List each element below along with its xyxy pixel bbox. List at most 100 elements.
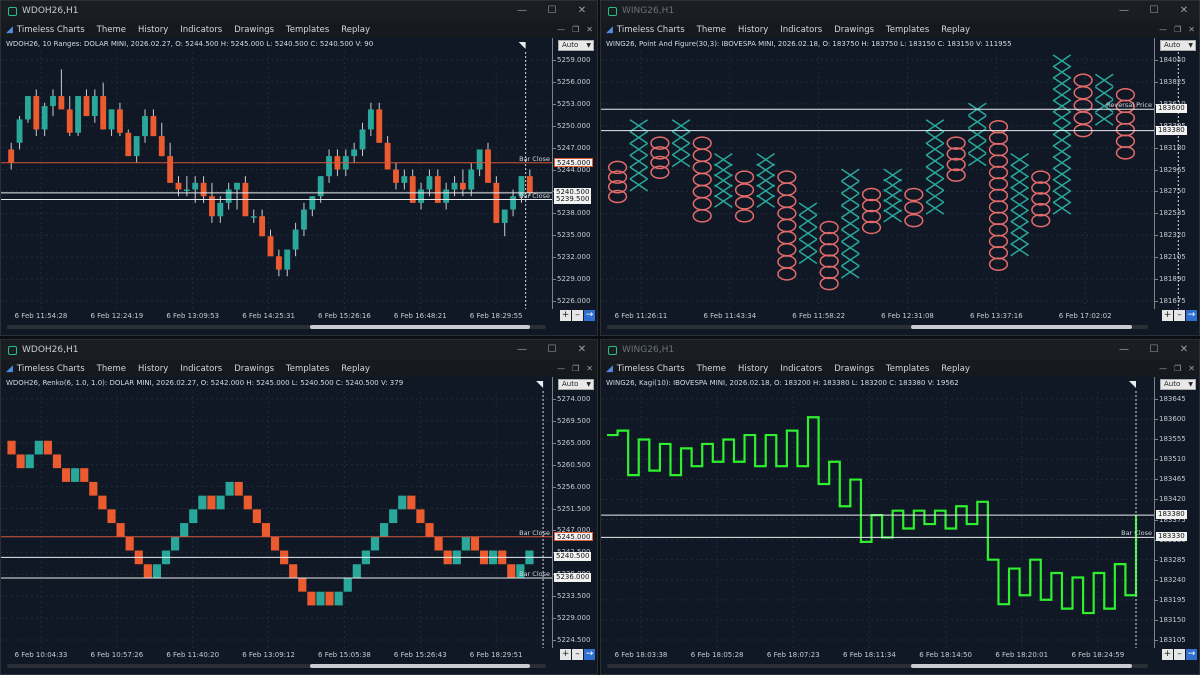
time-axis[interactable]: 6 Feb 10:04:33 6 Feb 10:57:26 6 Feb 11:40:… xyxy=(1,648,552,662)
scroll-to-end-button[interactable]: → xyxy=(584,649,595,660)
pnf-o-mark xyxy=(777,182,797,196)
time-axis[interactable]: 6 Feb 11:26:11 6 Feb 11:43:34 6 Feb 11:58:… xyxy=(601,309,1154,323)
menu-templates[interactable]: Templates xyxy=(886,25,929,35)
time-axis[interactable]: 6 Feb 11:54:28 6 Feb 12:24:19 6 Feb 13:09:… xyxy=(1,309,552,323)
menu-drawings[interactable]: Drawings xyxy=(834,364,874,374)
scroll-to-end-button[interactable]: → xyxy=(1186,310,1197,321)
plot-canvas[interactable] xyxy=(601,377,1154,648)
menu-drawings[interactable]: Drawings xyxy=(234,364,274,374)
plot-canvas[interactable] xyxy=(1,377,552,648)
auto-scale-button[interactable]: Auto ▼ xyxy=(558,379,594,390)
chart-area[interactable]: WDOH26, Renko(6, 1.0, 1.0): DOLAR MINI, … xyxy=(1,377,597,674)
menu-timeless-charts[interactable]: Timeless Charts xyxy=(17,364,85,374)
menu-indicators[interactable]: Indicators xyxy=(780,364,822,374)
time-axis[interactable]: 6 Feb 18:03:38 6 Feb 18:05:28 6 Feb 18:07:… xyxy=(601,648,1154,662)
minimize-button[interactable]: — xyxy=(1109,340,1139,360)
scrollbar-thumb[interactable] xyxy=(911,664,1133,668)
menu-history[interactable]: History xyxy=(138,25,168,35)
price-axis[interactable]: Auto▼ 1840401838251836101833951831801829… xyxy=(1154,38,1199,309)
scroll-to-end-button[interactable]: → xyxy=(584,310,595,321)
minimize-button[interactable]: — xyxy=(507,340,537,360)
menu-templates[interactable]: Templates xyxy=(886,364,929,374)
close-button[interactable]: ✕ xyxy=(567,1,597,21)
window-restore-small-button[interactable]: ❐ xyxy=(572,364,579,373)
title-bar[interactable]: WDOH26,H1 — ☐ ✕ xyxy=(1,340,597,360)
window-close-small-button[interactable]: ✕ xyxy=(1188,364,1195,373)
menu-drawings[interactable]: Drawings xyxy=(234,25,274,35)
menu-history[interactable]: History xyxy=(738,25,768,35)
menu-indicators[interactable]: Indicators xyxy=(780,25,822,35)
menu-timeless-charts[interactable]: Timeless Charts xyxy=(17,25,85,35)
bearish-candle xyxy=(158,136,165,157)
chart-area[interactable]: WING26, Point And Figure(30,3): IBOVESPA… xyxy=(601,38,1199,335)
zoom-in-button[interactable]: + xyxy=(560,310,571,321)
title-bar[interactable]: WING26,H1 — ☐ ✕ xyxy=(601,1,1199,21)
price-axis[interactable]: Auto ▼ 5259.000 5256.000 5253.000 5250.000 52… xyxy=(552,38,597,309)
scrollbar-thumb[interactable] xyxy=(310,664,531,668)
menu-indicators[interactable]: Indicators xyxy=(180,25,222,35)
menu-theme[interactable]: Theme xyxy=(97,25,126,35)
horizontal-scrollbar[interactable] xyxy=(607,325,1148,329)
window-minimize-small-button[interactable]: — xyxy=(1159,25,1167,34)
pnf-o-mark xyxy=(861,220,882,235)
maximize-button[interactable]: ☐ xyxy=(537,1,567,21)
window-restore-small-button[interactable]: ❐ xyxy=(1174,364,1181,373)
plot-canvas[interactable] xyxy=(601,38,1179,309)
title-bar[interactable]: WING26,H1 — ☐ ✕ xyxy=(601,340,1199,360)
title-bar[interactable]: WDOH26,H1 — ☐ ✕ xyxy=(1,1,597,21)
close-button[interactable]: ✕ xyxy=(1169,340,1199,360)
auto-scale-button[interactable]: Auto ▼ xyxy=(558,40,594,51)
window-minimize-small-button[interactable]: — xyxy=(557,364,565,373)
menu-templates[interactable]: Templates xyxy=(286,25,329,35)
zoom-in-button[interactable]: + xyxy=(1162,649,1173,660)
window-close-small-button[interactable]: ✕ xyxy=(586,25,593,34)
menu-timeless-charts[interactable]: Timeless Charts xyxy=(617,364,685,374)
window-restore-small-button[interactable]: ❐ xyxy=(1174,25,1181,34)
price-axis[interactable]: Auto ▼ 183645 183600 183555 183510 183465 1834… xyxy=(1154,377,1199,648)
minimize-button[interactable]: — xyxy=(507,1,537,21)
auto-scale-button[interactable]: Auto ▼ xyxy=(1160,379,1196,390)
plot-canvas[interactable] xyxy=(1,38,552,309)
close-button[interactable]: ✕ xyxy=(567,340,597,360)
horizontal-scrollbar[interactable] xyxy=(7,325,546,329)
close-button[interactable]: ✕ xyxy=(1169,1,1199,21)
horizontal-scrollbar[interactable] xyxy=(607,664,1148,668)
menu-timeless-charts[interactable]: Timeless Charts xyxy=(617,25,685,35)
horizontal-scrollbar[interactable] xyxy=(7,664,546,668)
menu-theme[interactable]: Theme xyxy=(697,25,726,35)
zoom-out-button[interactable]: – xyxy=(1174,310,1185,321)
menu-drawings[interactable]: Drawings xyxy=(834,25,874,35)
scrollbar-thumb[interactable] xyxy=(911,325,1133,329)
menu-history[interactable]: History xyxy=(738,364,768,374)
chart-area[interactable]: WDOH26, 10 Ranges: DOLAR MINI, 2026.02.2… xyxy=(1,38,597,335)
menu-replay[interactable]: Replay xyxy=(341,25,370,35)
scroll-to-end-button[interactable]: → xyxy=(1186,649,1197,660)
window-minimize-small-button[interactable]: — xyxy=(557,25,565,34)
menu-history[interactable]: History xyxy=(138,364,168,374)
menu-replay[interactable]: Replay xyxy=(341,364,370,374)
menu-replay[interactable]: Replay xyxy=(941,25,970,35)
window-minimize-small-button[interactable]: — xyxy=(1159,364,1167,373)
maximize-button[interactable]: ☐ xyxy=(537,340,567,360)
window-close-small-button[interactable]: ✕ xyxy=(586,364,593,373)
scrollbar-thumb[interactable] xyxy=(310,325,531,329)
price-axis[interactable]: Auto ▼ 5274.000 5269.500 5265.000 5260.500 52… xyxy=(552,377,597,648)
zoom-out-button[interactable]: – xyxy=(572,310,583,321)
menu-indicators[interactable]: Indicators xyxy=(180,364,222,374)
zoom-out-button[interactable]: – xyxy=(1174,649,1185,660)
chart-area[interactable]: WING26, Kagi(10): IBOVESPA MINI, 2026.02… xyxy=(601,377,1199,674)
window-close-small-button[interactable]: ✕ xyxy=(1188,25,1195,34)
pnf-x-mark xyxy=(714,153,733,167)
zoom-out-button[interactable]: – xyxy=(572,649,583,660)
auto-scale-button[interactable]: Auto ▼ xyxy=(1160,40,1196,51)
maximize-button[interactable]: ☐ xyxy=(1139,1,1169,21)
maximize-button[interactable]: ☐ xyxy=(1139,340,1169,360)
zoom-in-button[interactable]: + xyxy=(1162,310,1173,321)
menu-templates[interactable]: Templates xyxy=(286,364,329,374)
menu-replay[interactable]: Replay xyxy=(941,364,970,374)
menu-theme[interactable]: Theme xyxy=(697,364,726,374)
minimize-button[interactable]: — xyxy=(1109,1,1139,21)
window-restore-small-button[interactable]: ❐ xyxy=(572,25,579,34)
menu-theme[interactable]: Theme xyxy=(97,364,126,374)
zoom-in-button[interactable]: + xyxy=(560,649,571,660)
